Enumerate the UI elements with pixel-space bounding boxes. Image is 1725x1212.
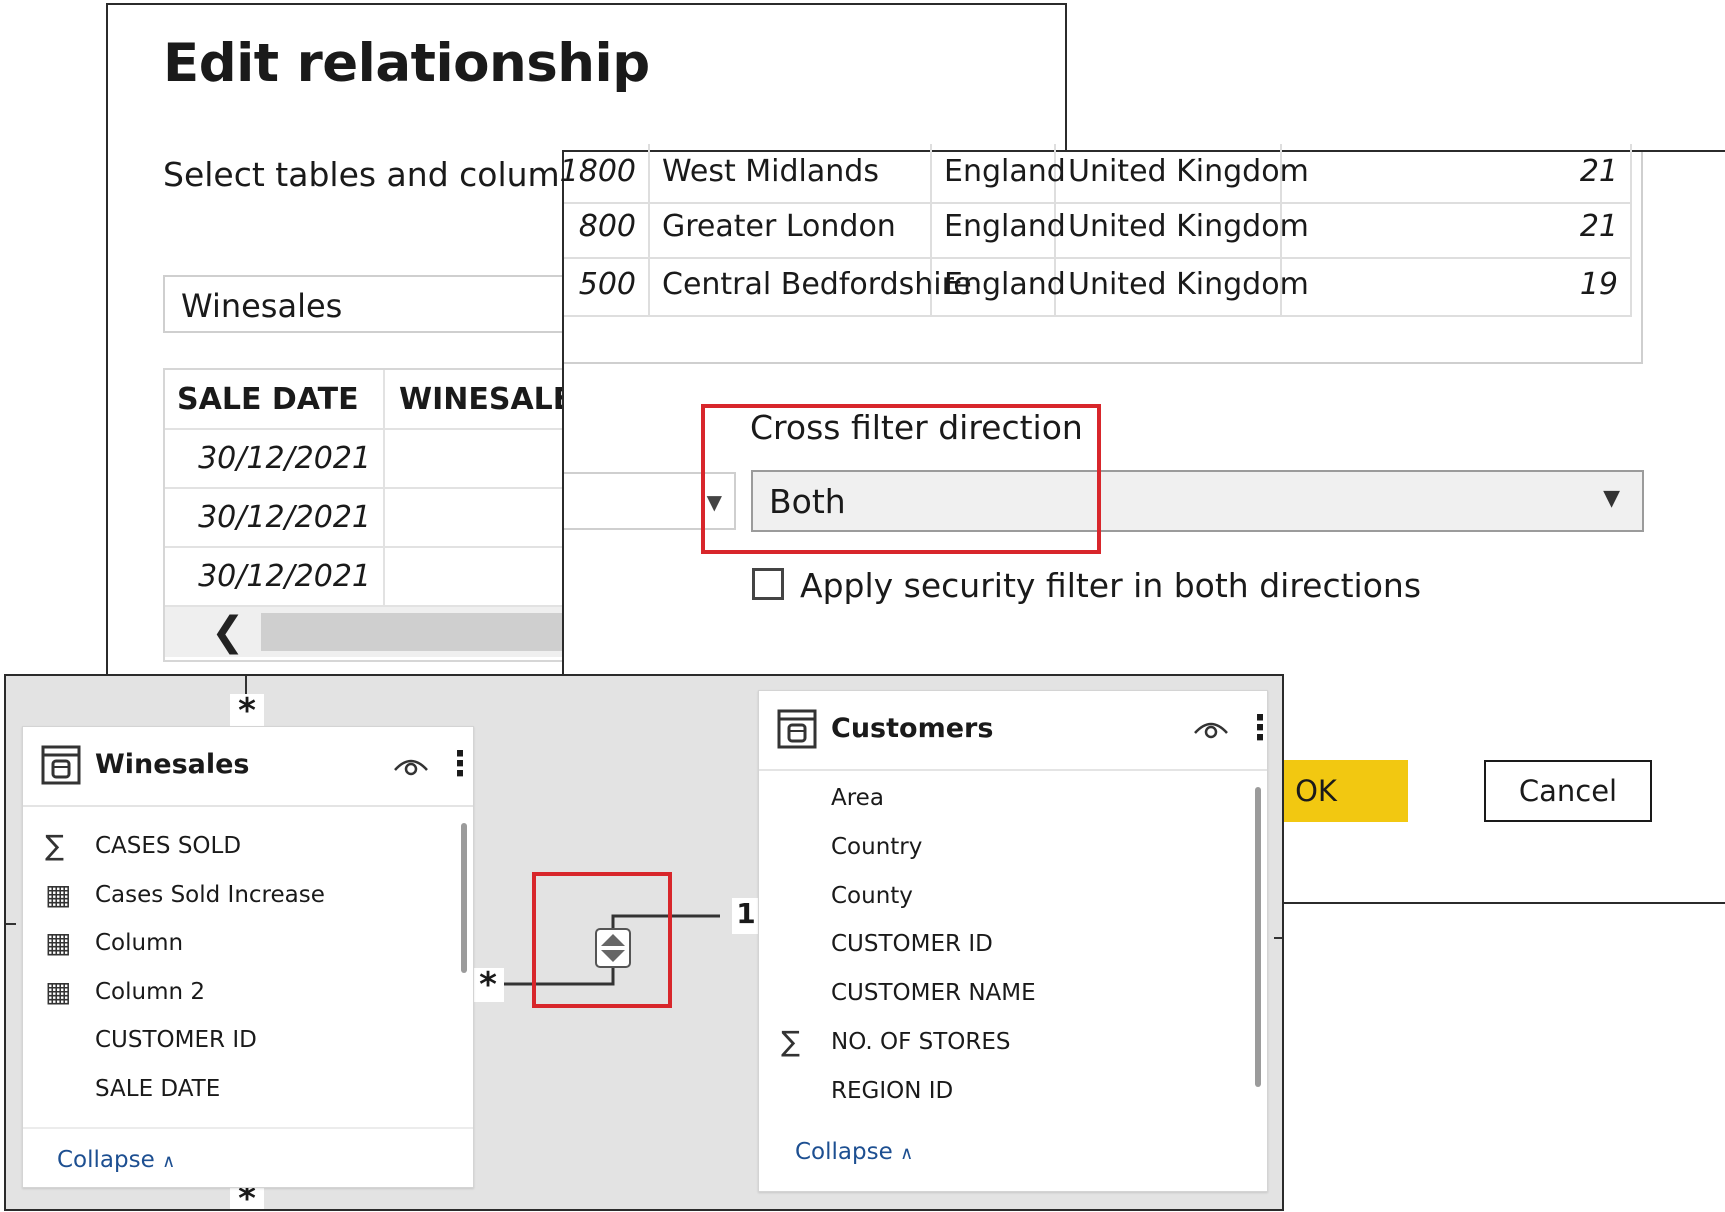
field-item[interactable]: Column 2 bbox=[95, 979, 205, 1005]
population-cell: 1800 bbox=[559, 154, 636, 189]
chevron-left-icon[interactable]: ❮ bbox=[211, 609, 245, 655]
field-item[interactable]: County bbox=[831, 883, 913, 909]
field-item[interactable]: REGION ID bbox=[831, 1078, 953, 1104]
dialog-subtitle: Select tables and column bbox=[163, 155, 581, 194]
eye-icon[interactable] bbox=[1193, 717, 1229, 741]
many-marker: * bbox=[472, 968, 504, 1002]
county-cell: West Midlands bbox=[662, 154, 879, 189]
collapse-link[interactable]: Collapse ∧ bbox=[795, 1139, 913, 1165]
sale-date-cell: 30/12/2021 bbox=[198, 559, 371, 594]
highlight-box bbox=[701, 404, 1101, 554]
cancel-button[interactable]: Cancel bbox=[1484, 760, 1652, 822]
table-title: Customers bbox=[831, 713, 994, 744]
population-cell: 500 bbox=[578, 267, 636, 302]
calculated-column-icon: ▦ bbox=[45, 974, 72, 1008]
many-marker: * bbox=[230, 694, 264, 728]
calculated-column-icon: ▦ bbox=[45, 877, 72, 911]
eye-icon[interactable] bbox=[393, 754, 429, 778]
field-item[interactable]: CUSTOMER ID bbox=[95, 1027, 257, 1053]
country-cell: England bbox=[944, 154, 1066, 189]
field-item[interactable]: Column bbox=[95, 930, 183, 956]
highlight-box bbox=[532, 872, 672, 1008]
sigma-icon: ∑ bbox=[45, 829, 64, 862]
second-table-preview: 1800 West Midlands England United Kingdom 21… bbox=[560, 144, 1643, 364]
winesales-table-card[interactable]: Winesales ⋮ ∑ CASES SOLD ▦ Cases Sold Incre… bbox=[22, 726, 477, 1188]
field-item[interactable]: CUSTOMER NAME bbox=[831, 980, 1036, 1006]
country-cell: England bbox=[944, 267, 1066, 302]
county-cell: Central Bedfordshire bbox=[662, 267, 972, 302]
first-table-select-value: Winesales bbox=[181, 287, 343, 325]
table-row: 800 Greater London England United Kingdom 21 bbox=[564, 199, 1632, 259]
card-header: Winesales ⋮ bbox=[23, 727, 477, 807]
table-row: 1800 West Midlands England United Kingdom 21 bbox=[560, 144, 1632, 204]
calculated-column-icon: ▦ bbox=[45, 926, 72, 959]
sigma-icon: ∑ bbox=[781, 1025, 800, 1058]
collapse-link[interactable]: Collapse ∧ bbox=[57, 1147, 175, 1173]
security-filter-checkbox[interactable] bbox=[752, 568, 784, 600]
field-item[interactable]: NO. OF STORES bbox=[831, 1029, 1011, 1055]
table-icon bbox=[41, 745, 81, 785]
region-cell: United Kingdom bbox=[1068, 209, 1309, 244]
one-marker: 1 bbox=[732, 898, 760, 934]
stores-cell: 21 bbox=[1579, 154, 1618, 189]
more-options-icon[interactable]: ⋮ bbox=[1243, 711, 1277, 745]
stores-cell: 19 bbox=[1579, 267, 1618, 302]
field-item[interactable]: CUSTOMER ID bbox=[831, 931, 993, 957]
country-cell: England bbox=[944, 209, 1066, 244]
chevron-up-icon: ∧ bbox=[162, 1151, 176, 1172]
region-cell: United Kingdom bbox=[1068, 267, 1309, 302]
vertical-scrollbar[interactable] bbox=[1255, 787, 1261, 1087]
sale-date-cell: 30/12/2021 bbox=[198, 441, 371, 476]
table-icon bbox=[777, 709, 817, 749]
vertical-scrollbar[interactable] bbox=[461, 823, 467, 973]
field-item[interactable]: Area bbox=[831, 785, 884, 811]
model-view-canvas: * * * 1 Winesales ⋮ ∑ CASES SOLD ▦ Cases So… bbox=[4, 674, 1284, 1211]
column-header-sale-date[interactable]: SALE DATE bbox=[177, 382, 359, 417]
field-item[interactable]: Country bbox=[831, 834, 922, 860]
table-row: 500 Central Bedfordshire England United Kin… bbox=[564, 257, 1632, 317]
county-cell: Greater London bbox=[662, 209, 896, 244]
region-cell: United Kingdom bbox=[1068, 154, 1309, 189]
stores-cell: 21 bbox=[1579, 209, 1618, 244]
chevron-down-icon: ▼ bbox=[1603, 486, 1620, 511]
chevron-up-icon: ∧ bbox=[900, 1143, 914, 1164]
customers-table-card[interactable]: Customers ⋮ Area Country County CUSTOMER ID… bbox=[758, 690, 1277, 1192]
security-filter-label: Apply security filter in both directions bbox=[800, 566, 1422, 605]
population-cell: 800 bbox=[578, 209, 636, 244]
card-header: Customers ⋮ bbox=[759, 691, 1277, 771]
dialog-title: Edit relationship bbox=[163, 33, 650, 94]
sale-date-cell: 30/12/2021 bbox=[198, 500, 371, 535]
field-item[interactable]: CASES SOLD bbox=[95, 833, 241, 859]
more-options-icon[interactable]: ⋮ bbox=[443, 747, 477, 781]
table-title: Winesales bbox=[95, 749, 250, 780]
field-item[interactable]: Cases Sold Increase bbox=[95, 882, 325, 908]
field-item[interactable]: SALE DATE bbox=[95, 1076, 220, 1102]
